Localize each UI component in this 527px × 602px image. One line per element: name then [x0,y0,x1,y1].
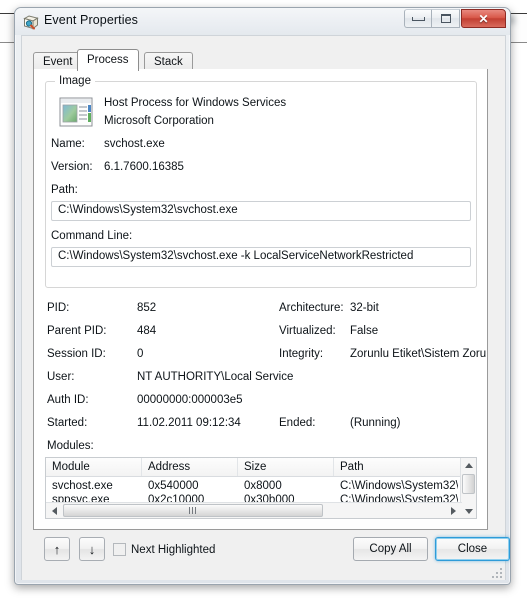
parent-pid-value: 484 [137,325,157,337]
scroll-up-button[interactable] [461,458,476,473]
close-window-button[interactable]: ✕ [461,9,506,28]
started-label: Started: [47,417,88,429]
window-controls: ✕ [404,9,506,28]
virtualized-value: False [350,325,379,337]
auth-id-value: 00000000:000003e5 [137,394,243,406]
column-header-address[interactable]: Address [142,458,238,476]
architecture-label: Architecture: [279,302,344,314]
integrity-value: Zorunlu Etiket\Sistem Zoru [350,348,487,360]
image-group-box: Image Host Process for Windows Services … [45,75,477,288]
tab-stack[interactable]: Stack [144,52,193,70]
next-highlighted-checkbox[interactable]: Next Highlighted [113,543,215,556]
vertical-scroll-thumb[interactable] [462,474,475,494]
column-header-path[interactable]: Path [334,458,462,476]
modules-vertical-scrollbar[interactable] [460,458,476,518]
pid-label: PID: [47,302,70,314]
title-bar[interactable]: Event Properties ✕ [15,8,510,35]
name-value: svchost.exe [104,138,165,150]
chevron-left-icon [52,507,57,515]
checkbox-box-icon [113,543,126,556]
scroll-down-button[interactable] [461,504,476,518]
tab-event[interactable]: Event [33,52,83,70]
architecture-value: 32-bit [350,302,379,314]
integrity-label: Integrity: [279,348,324,360]
auth-id-label: Auth ID: [47,394,89,406]
minimize-icon [411,16,425,21]
modules-list-view[interactable]: Module Address Size Path svchost.exe 0x5… [45,457,477,519]
path-label: Path: [51,184,78,196]
column-header-size[interactable]: Size [238,458,334,476]
tab-process[interactable]: Process [77,49,139,71]
scroll-left-button[interactable] [47,504,62,518]
next-highlighted-button[interactable]: ↓ [79,537,105,561]
minimize-button[interactable] [404,9,432,28]
modules-label: Modules: [47,440,94,452]
path-field[interactable]: C:\Windows\System32\svchost.exe [51,201,471,221]
version-value: 6.1.7600.16385 [104,161,184,173]
image-company: Microsoft Corporation [104,115,214,127]
tab-strip: Event Process Stack [33,49,488,71]
user-value: NT AUTHORITY\Local Service [137,371,294,383]
cell-path: C:\Windows\System32\ [340,480,458,492]
process-tab-page: Image Host Process for Windows Services … [33,69,488,530]
next-highlighted-label: Next Highlighted [131,543,216,556]
scroll-thumb-grip-icon [189,507,197,514]
cell-module: svchost.exe [52,480,113,492]
modules-horizontal-scrollbar[interactable] [46,502,462,518]
close-button[interactable]: Close [435,537,510,561]
procmon-event-icon [23,14,39,30]
chevron-right-icon [451,507,456,515]
maximize-icon [440,14,451,23]
command-line-field[interactable]: C:\Windows\System32\svchost.exe -k Local… [51,247,471,267]
ended-label: Ended: [279,417,316,429]
image-group-title: Image [55,75,95,87]
horizontal-scroll-thumb[interactable] [63,504,323,517]
copy-all-button[interactable]: Copy All [353,537,428,561]
parent-pid-label: Parent PID: [47,325,107,337]
dialog-footer: ↑ ↓ Next Highlighted Copy All Close [22,530,510,579]
session-id-value: 0 [137,348,144,360]
ended-value: (Running) [350,417,401,429]
session-id-label: Session ID: [47,348,106,360]
command-line-label: Command Line: [51,230,133,242]
maximize-button[interactable] [432,9,460,28]
cell-address: 0x540000 [148,480,199,492]
cell-size: 0x8000 [244,480,282,492]
scroll-right-button[interactable] [446,504,461,518]
modules-table-header: Module Address Size Path [46,458,476,477]
chevron-up-icon [464,463,473,468]
previous-highlighted-button[interactable]: ↑ [44,537,70,561]
pid-value: 852 [137,302,157,314]
event-properties-window: Event Properties ✕ Event Process Stack I… [14,7,511,585]
chevron-down-icon [464,509,473,514]
window-title: Event Properties [44,13,139,27]
started-value: 11.02.2011 09:12:34 [137,417,241,429]
version-label: Version: [51,161,93,173]
virtualized-label: Virtualized: [279,325,336,337]
image-description: Host Process for Windows Services [104,97,287,109]
user-label: User: [47,371,75,383]
dialog-client-area: Event Process Stack Image Host Process f… [21,35,510,580]
resize-grip-icon[interactable] [489,565,502,578]
column-header-module[interactable]: Module [46,458,142,476]
name-label: Name: [51,138,85,150]
application-icon [58,96,94,128]
